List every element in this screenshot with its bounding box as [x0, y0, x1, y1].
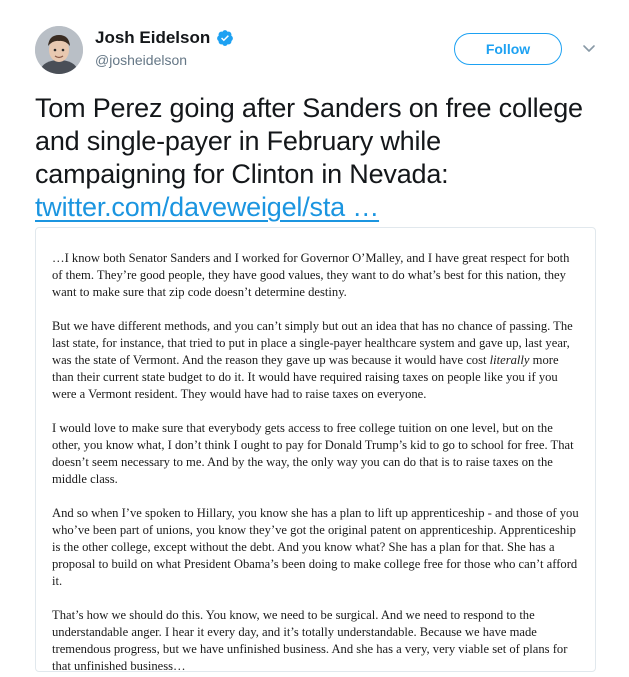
follow-button[interactable]: Follow	[454, 33, 562, 65]
quote-transcript: …I know both Senator Sanders and I worke…	[52, 250, 582, 672]
display-name[interactable]: Josh Eidelson	[95, 28, 210, 48]
verified-badge-icon	[216, 29, 234, 47]
tweet-header: Josh Eidelson @josheidelson Follow	[35, 22, 605, 78]
transcript-emphasis: literally	[489, 353, 530, 367]
chevron-down-icon[interactable]	[581, 40, 597, 56]
attached-image[interactable]: …I know both Senator Sanders and I worke…	[35, 227, 596, 672]
transcript-paragraph: And so when I’ve spoken to Hillary, you …	[52, 506, 579, 588]
user-handle[interactable]: @josheidelson	[95, 52, 234, 68]
tweet-body: Tom Perez going after Sanders on free co…	[35, 93, 583, 189]
transcript-paragraph: I would love to make sure that everybody…	[52, 421, 574, 486]
transcript-paragraph: That’s how we should do this. You know, …	[52, 608, 568, 672]
name-row: Josh Eidelson	[95, 28, 234, 48]
avatar[interactable]	[35, 26, 83, 74]
author-block: Josh Eidelson @josheidelson	[95, 28, 234, 68]
transcript-paragraph: …I know both Senator Sanders and I worke…	[52, 251, 570, 299]
tweet-link[interactable]: twitter.com/daveweigel/sta …	[35, 192, 379, 222]
transcript-paragraph: But we have different methods, and you c…	[52, 318, 582, 403]
tweet-text: Tom Perez going after Sanders on free co…	[35, 92, 595, 224]
